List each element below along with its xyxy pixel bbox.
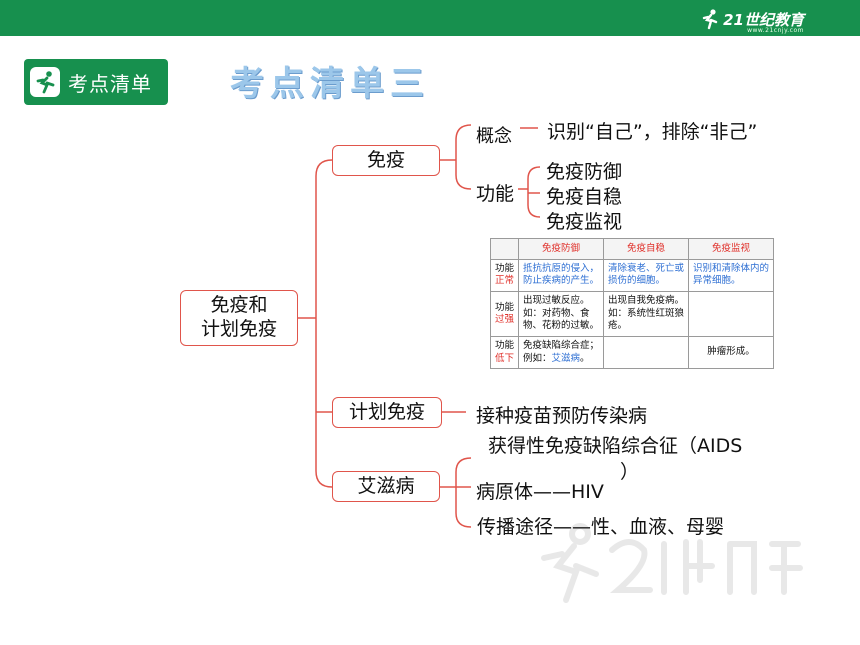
table-cell: 识别和清除体内的异常细胞。	[688, 259, 774, 292]
aids-full-name: 获得性免疫缺陷综合征（AIDS	[488, 435, 743, 457]
row-header: 功能 正常	[490, 259, 519, 292]
watermark-logo	[541, 523, 803, 603]
table-row: 功能 低下 免疫缺陷综合症； 例如：艾滋病。 肿瘤形成。	[490, 336, 774, 369]
table-header-surveillance: 免疫监视	[688, 238, 774, 260]
root-node: 免疫和 计划免疫	[180, 290, 298, 346]
table-header-corner	[490, 238, 519, 260]
root-line-1: 免疫和	[210, 294, 268, 317]
table-cell: 清除衰老、死亡或损伤的细胞。	[603, 259, 689, 292]
node-immunity: 免疫	[332, 145, 440, 176]
table-cell: 肿瘤形成。	[688, 336, 774, 369]
table-cell: 免疫缺陷综合症； 例如：艾滋病。	[518, 336, 604, 369]
concept-text: 识别“自己”，排除“非己”	[547, 121, 758, 143]
table-row: 功能 过强 出现过敏反应。 如：对药物、食物、花粉的过敏。 出现自我免疫病。如：系统…	[490, 290, 774, 338]
table-cell: 出现过敏反应。 如：对药物、食物、花粉的过敏。	[518, 290, 604, 338]
table-cell: 出现自我免疫病。如：系统性红斑狼疮。	[603, 290, 689, 338]
concept-label: 概念	[476, 126, 512, 147]
table-cell	[688, 290, 774, 338]
table-cell	[603, 336, 689, 369]
table-cell: 抵抗抗原的侵入，防止疾病的产生。	[518, 259, 604, 292]
table-header-homeostasis: 免疫自稳	[603, 238, 689, 260]
aids-full-name-end: ）	[620, 461, 640, 483]
function-label: 功能	[476, 183, 515, 205]
table-header-row: 免疫防御 免疫自稳 免疫监视	[490, 238, 774, 260]
table-row: 功能 正常 抵抗抗原的侵入，防止疾病的产生。 清除衰老、死亡或损伤的细胞。 识别和…	[490, 259, 774, 292]
row-header: 功能 过强	[490, 290, 519, 338]
table-header-defense: 免疫防御	[518, 238, 604, 260]
aids-pathogen: 病原体——HIV	[476, 481, 604, 503]
function-defense: 免疫防御	[546, 161, 623, 183]
planned-immunity-text: 接种疫苗预防传染病	[476, 405, 648, 427]
immune-function-table: 免疫防御 免疫自稳 免疫监视 功能 正常 抵抗抗原的侵入，防止疾病的产生。 清除衰…	[490, 238, 774, 369]
node-planned-immunity: 计划免疫	[332, 397, 442, 428]
root-line-2: 计划免疫	[200, 318, 277, 340]
function-homeostasis: 免疫自稳	[546, 186, 623, 208]
row-header: 功能 低下	[490, 336, 519, 369]
function-surveillance: 免疫监视	[546, 211, 623, 233]
node-aids: 艾滋病	[332, 471, 440, 502]
